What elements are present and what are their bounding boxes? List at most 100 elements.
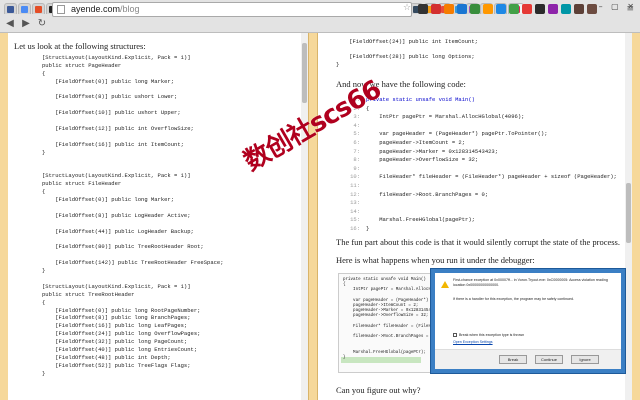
extension-icon[interactable] <box>522 4 532 14</box>
line-number: 6: <box>353 138 360 146</box>
url-host: ayende.com <box>71 4 121 14</box>
extension-icon[interactable] <box>561 4 571 14</box>
exception-message: First-chance exception at 0x00007ff... i… <box>453 278 608 287</box>
code-text: fileHeader->Root.BranchPages = 0; <box>366 190 489 198</box>
ignore-button[interactable]: Ignore <box>571 355 599 364</box>
code-line: 16:} <box>344 226 617 235</box>
scrollbar[interactable] <box>625 33 632 400</box>
reload-icon[interactable]: ↻ <box>36 18 48 30</box>
line-number: 8: <box>353 156 360 164</box>
code-text: pageHeader->ItemCount = 2; <box>366 138 466 146</box>
intro-text: Let us look at the following structures: <box>14 41 146 51</box>
code-line: public struct PageHeader <box>42 61 122 69</box>
menu-icon[interactable]: ≡ <box>626 4 634 14</box>
checkbox-icon[interactable] <box>453 333 457 338</box>
code-line: [FieldOffset(8)] public LogHeader Active… <box>42 211 191 219</box>
tab-favicon-icon <box>35 5 42 13</box>
browser-tab[interactable] <box>18 3 31 14</box>
line-number: 7: <box>353 147 360 155</box>
checkbox-label: Break when this exception type is thrown <box>459 333 525 337</box>
forward-icon[interactable]: ▶ <box>20 18 32 30</box>
url-path: /blog <box>120 4 140 14</box>
code-line: [FieldOffset(16)] public int ItemCount; <box>42 140 184 148</box>
code-text: pageHeader->Marker = 0x128314543423; <box>366 147 499 155</box>
code-text: var pageHeader = (PageHeader*) pagePtr.T… <box>366 130 548 138</box>
back-icon[interactable]: ◀ <box>4 18 16 30</box>
code-line: [FieldOffset(80)] public TreeRootHeader … <box>42 243 204 251</box>
browser-tab[interactable] <box>32 3 45 14</box>
code-text: pageHeader->OverflowSize = 32; <box>366 156 479 164</box>
extension-icon[interactable] <box>418 4 428 14</box>
address-bar[interactable]: ayende.com/blog <box>52 2 412 17</box>
code-text: IntPtr pagePtr = Marshal.AllocHGlobal(40… <box>366 113 525 121</box>
code-text: FileHeader* fileHeader = (FileHeader*) p… <box>366 173 617 181</box>
code-line: [FieldOffset(142)] public TreeRootHeader… <box>42 259 224 267</box>
line-number: 11: <box>350 181 360 189</box>
scrollbar[interactable] <box>301 33 308 400</box>
line-number: 9: <box>353 164 360 172</box>
code-line: 15: Marshal.FreeHGlobal(pagePtr); <box>344 217 617 226</box>
code-line: public struct TreeRootHeader <box>42 290 135 298</box>
paragraph-question: Can you figure out why? <box>336 385 421 395</box>
tab-favicon-icon <box>21 5 28 13</box>
page-icon <box>57 5 65 14</box>
line-number: 14: <box>350 207 360 215</box>
code-line: 3: IntPtr pagePtr = Marshal.AllocHGlobal… <box>344 114 617 123</box>
exception-settings-link[interactable]: Open Exception Settings <box>453 340 493 344</box>
break-checkbox[interactable]: Break when this exception type is thrown <box>453 333 525 338</box>
left-page-pane: Let us look at the following structures:… <box>8 33 308 400</box>
line-number: 10: <box>350 173 360 181</box>
code-line: [FieldOffset(12)] public int OverflowSiz… <box>42 125 194 133</box>
browser-chrome: – ▢ ✕ ◀ ▶ ↻ ayende.com/blog ☆ ≡ <box>0 0 640 33</box>
scroll-thumb[interactable] <box>302 43 307 103</box>
extension-icon[interactable] <box>587 4 597 14</box>
extension-icon[interactable] <box>431 4 441 14</box>
break-button[interactable]: Break <box>499 355 527 364</box>
extension-icon[interactable] <box>574 4 584 14</box>
line-number: 13: <box>350 199 360 207</box>
extension-icon[interactable] <box>548 4 558 14</box>
tab-favicon-icon <box>7 5 14 13</box>
extension-icon[interactable] <box>444 4 454 14</box>
code-line: 13: <box>344 200 617 209</box>
code-line: [FieldOffset(10)] public ushort Upper; <box>42 109 181 117</box>
line-number: 16: <box>350 224 360 232</box>
extension-icon[interactable] <box>457 4 467 14</box>
code-line: } <box>42 267 46 275</box>
struct-code-block: [StructLayout(LayoutKind.Explicit, Pack … <box>42 55 224 379</box>
code-line: public struct FileHeader <box>42 180 122 188</box>
paragraph-corrupt: The fun part about this code is that it … <box>336 237 620 247</box>
code-line: [FieldOffset(0)] public long Marker; <box>42 77 175 85</box>
paragraph-debugger: Here is what happens when you run it und… <box>336 255 535 265</box>
code-line: [FieldOffset(44)] public LogHeader Backu… <box>42 227 194 235</box>
line-number: 12: <box>350 190 360 198</box>
scroll-thumb[interactable] <box>626 183 631 243</box>
exception-dialog: First-chance exception at 0x00007ff... i… <box>430 268 626 374</box>
exception-message-2: If there is a handler for this exception… <box>453 297 575 301</box>
code-line: } <box>42 369 46 377</box>
extension-icon[interactable] <box>509 4 519 14</box>
bookmark-star-icon[interactable]: ☆ <box>403 3 411 13</box>
extension-icon[interactable] <box>483 4 493 14</box>
continue-button[interactable]: Continue <box>535 355 563 364</box>
code-line: 10: FileHeader* fileHeader = (FileHeader… <box>344 174 617 183</box>
code-line: [FieldOffset(0)] public long Marker; <box>42 196 175 204</box>
code-line: [FieldOffset(24)] public int ItemCount; <box>336 38 478 45</box>
code-line: } <box>336 60 340 68</box>
extension-icons <box>418 4 597 14</box>
dialog-body: First-chance exception at 0x00007ff... i… <box>435 273 621 369</box>
extension-icon[interactable] <box>496 4 506 14</box>
code-line: [FieldOffset(8)] public ushort Lower; <box>42 93 178 101</box>
browser-tab[interactable] <box>4 3 17 14</box>
code-text: Marshal.FreeHGlobal(pagePtr); <box>366 216 475 224</box>
dialog-footer: Break Continue Ignore <box>435 349 621 369</box>
line-number: 15: <box>350 216 360 224</box>
code-line: 12: fileHeader->Root.BranchPages = 0; <box>344 190 617 201</box>
extension-icon[interactable] <box>535 4 545 14</box>
window-divider <box>308 33 318 400</box>
code-line: [FieldOffset(28)] public long Options; <box>336 53 475 60</box>
code-line: } <box>42 148 46 156</box>
code-line: 8: pageHeader->OverflowSize = 32; <box>344 157 617 166</box>
extension-icon[interactable] <box>470 4 480 14</box>
